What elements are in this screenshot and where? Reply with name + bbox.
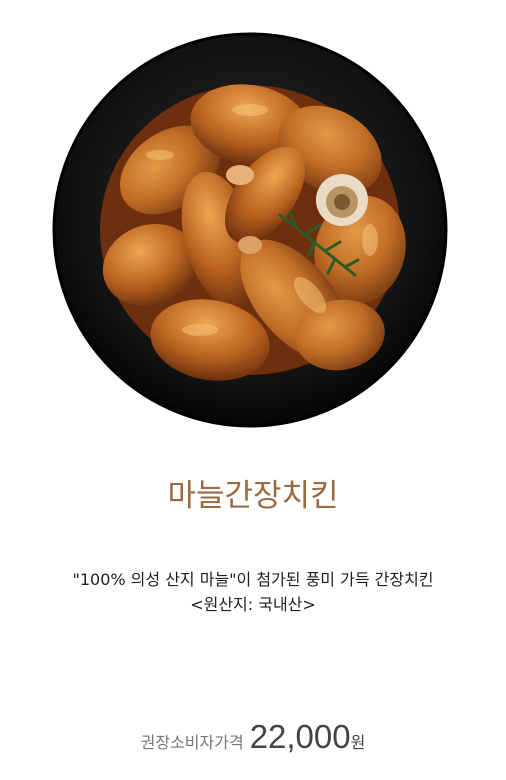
price-label: 권장소비자가격 [140,733,244,752]
product-card: 마늘간장치킨 "100% 의성 산지 마늘"이 첨가된 풍미 가득 간장치킨 <… [0,0,506,780]
price-unit: 원 [350,733,366,752]
fried-chicken-plate-image [50,30,450,430]
product-description: "100% 의성 산지 마늘"이 첨가된 풍미 가득 간장치킨 [72,570,434,589]
product-origin: <원산지: 국내산> [190,595,316,614]
price-row: 권장소비자가격 22,000원 [0,718,506,756]
price-value: 22,000 [249,718,351,755]
product-name: 마늘간장치킨 [167,478,339,514]
